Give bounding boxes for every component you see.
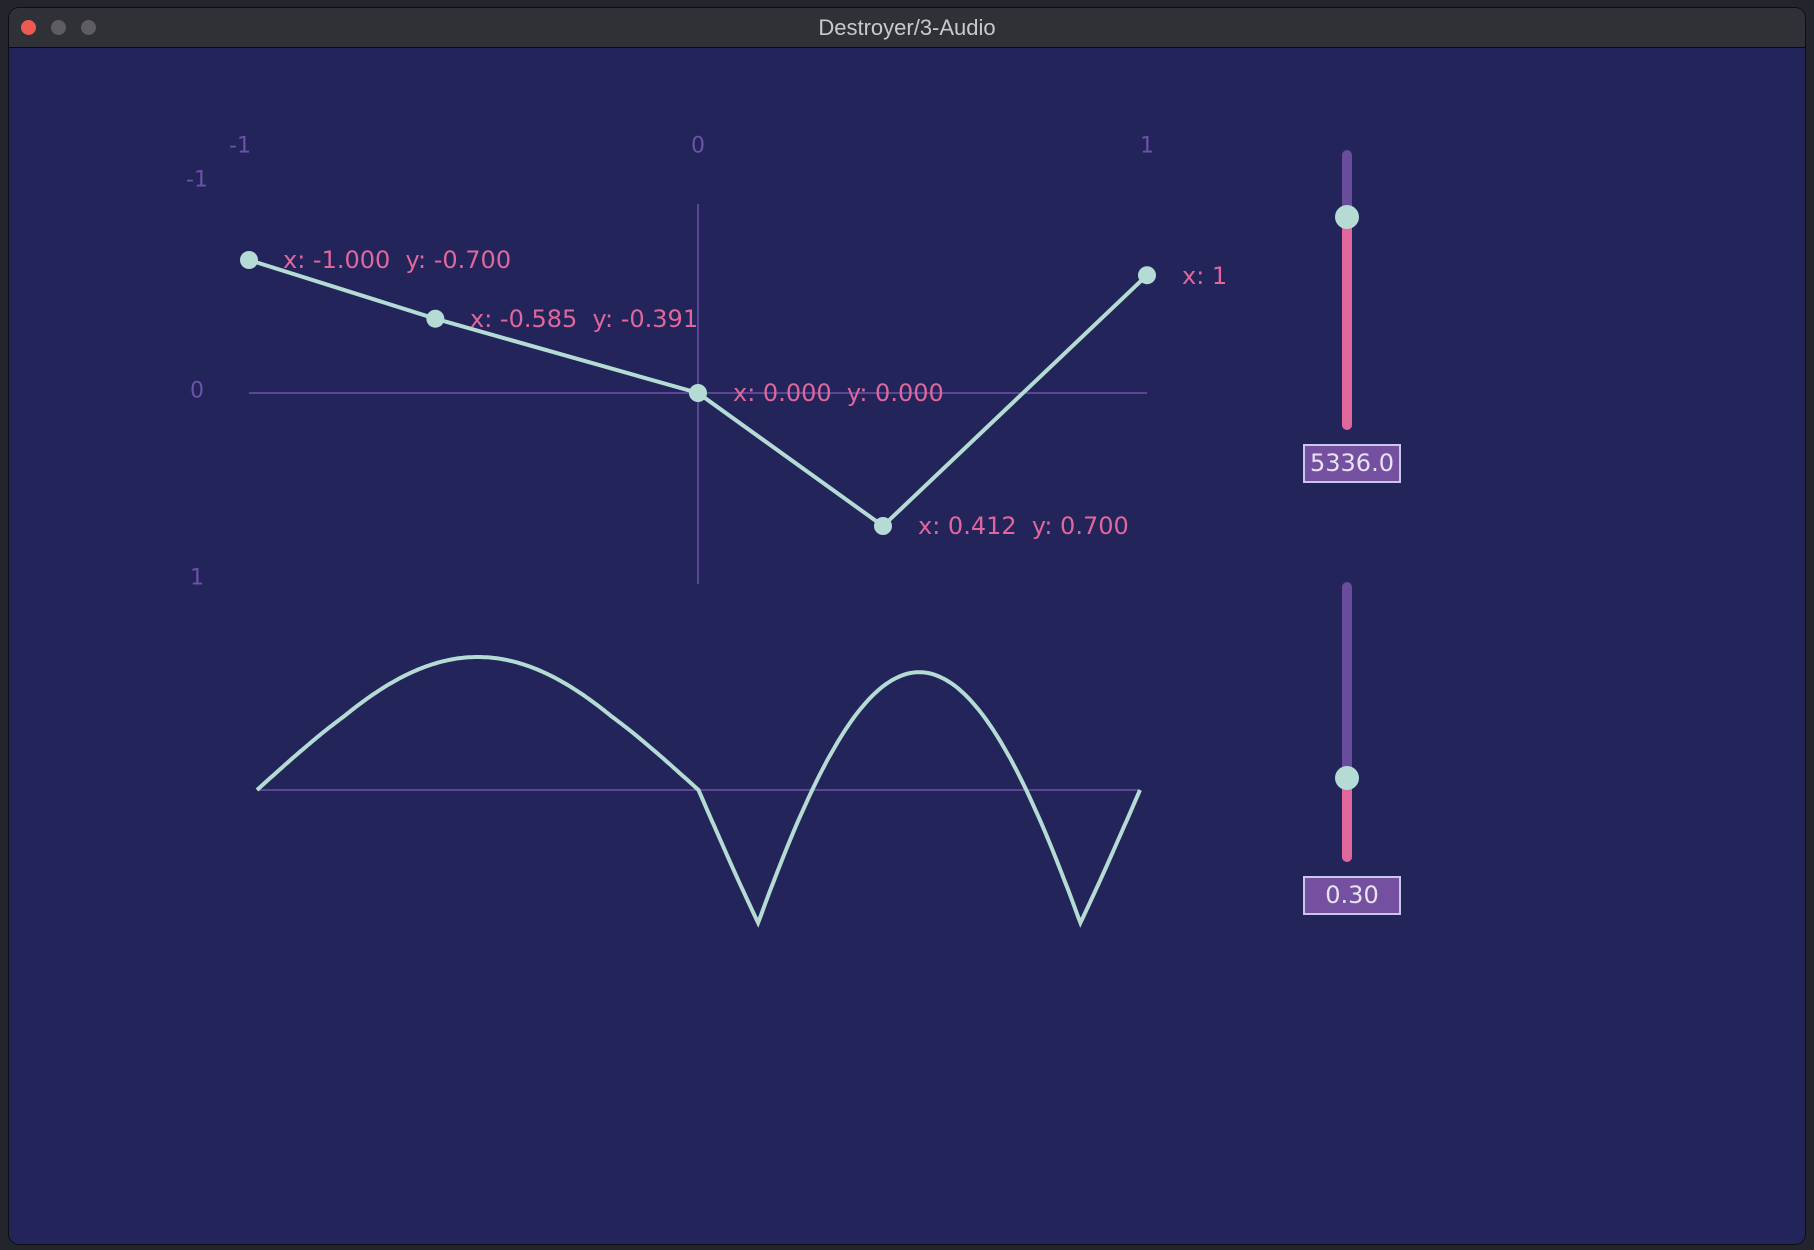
amount-slider[interactable]	[1335, 582, 1359, 862]
x-tick-0: 0	[691, 133, 705, 159]
app-window: Destroyer/3-Audio -1 0 1 -1 0 1 x: -1.00…	[9, 8, 1805, 1244]
control-point-3[interactable]	[873, 517, 892, 535]
point-label-3: x: 0.412 y: 0.700	[918, 512, 1129, 540]
y-tick-0: 0	[190, 378, 204, 404]
plugin-canvas: -1 0 1 -1 0 1 x: -1.000 y: -0.700 x: -0.…	[9, 48, 1805, 1244]
frequency-slider[interactable]	[1335, 150, 1359, 430]
point-label-1: x: -0.585 y: -0.391	[470, 305, 699, 333]
control-point-2[interactable]	[689, 384, 707, 402]
amount-value-box[interactable]: 0.30	[1303, 876, 1401, 915]
window-title: Destroyer/3-Audio	[818, 15, 996, 40]
desktop: Destroyer/3-Audio -1 0 1 -1 0 1 x: -1.00…	[0, 0, 1814, 1250]
frequency-value-box[interactable]: 5336.0	[1303, 444, 1401, 483]
title-bar[interactable]: Destroyer/3-Audio	[9, 8, 1805, 48]
x-tick-1: 1	[1140, 133, 1154, 159]
control-point-1[interactable]	[426, 309, 445, 328]
amount-slider-fill	[1342, 778, 1352, 862]
transfer-graph[interactable]	[9, 48, 1805, 1244]
point-label-2: x: 0.000 y: 0.000	[733, 379, 944, 407]
y-tick-1: 1	[190, 565, 204, 591]
y-tick-neg1: -1	[186, 167, 208, 193]
x-tick-neg1: -1	[229, 133, 251, 159]
control-point-0[interactable]	[240, 251, 258, 269]
frequency-slider-thumb[interactable]	[1335, 205, 1359, 230]
point-label-4: x: 1	[1182, 262, 1228, 290]
frequency-slider-fill	[1342, 217, 1352, 430]
point-label-0: x: -1.000 y: -0.700	[283, 246, 512, 274]
amount-slider-thumb[interactable]	[1335, 766, 1359, 790]
control-point-4[interactable]	[1138, 266, 1156, 285]
